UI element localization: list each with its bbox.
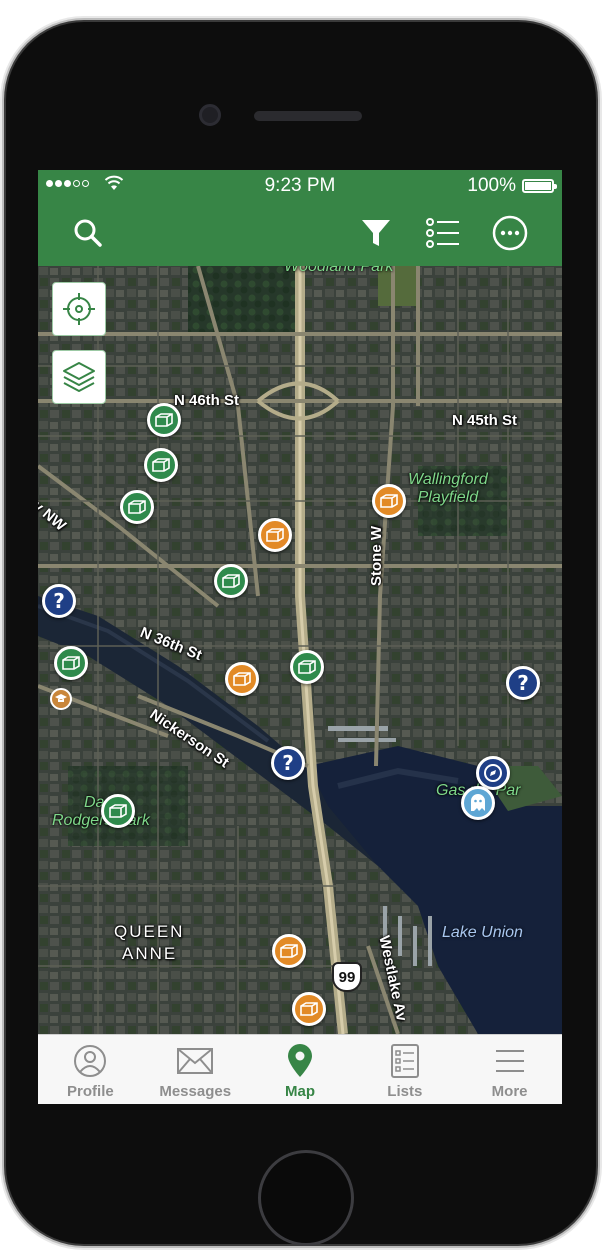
more-options-icon: [492, 215, 528, 251]
tab-map[interactable]: Map: [248, 1035, 353, 1104]
map-marker-green[interactable]: [101, 794, 135, 828]
tab-label: Map: [284, 1083, 315, 1100]
box-icon: [109, 804, 127, 818]
ghost-icon: [471, 794, 485, 811]
map-marker-orange[interactable]: [292, 992, 326, 1026]
map-marker-orange[interactable]: [372, 484, 406, 518]
box-icon: [155, 413, 173, 427]
street-label-stone: Stone W: [368, 526, 385, 586]
filter-button[interactable]: [356, 213, 396, 253]
box-icon: [300, 1002, 318, 1016]
district-label-anne: ANNE: [122, 944, 178, 963]
box-icon: [152, 458, 170, 472]
tab-more[interactable]: More: [457, 1035, 562, 1104]
map-marker-orange[interactable]: [272, 934, 306, 968]
map-marker-green[interactable]: [214, 564, 248, 598]
map-toolbar: [38, 200, 562, 266]
box-icon: [280, 944, 298, 958]
route-99-shield: 99: [332, 962, 362, 992]
search-icon: [74, 219, 102, 247]
tab-messages[interactable]: Messages: [143, 1035, 248, 1104]
map-marker-unknown[interactable]: ?: [42, 584, 76, 618]
profile-icon: [74, 1045, 107, 1077]
status-bar: 9:23 PM 100%: [38, 170, 562, 200]
graduation-cap-icon: [55, 694, 67, 702]
envelope-icon: [177, 1048, 214, 1074]
more-options-button[interactable]: [490, 213, 530, 253]
layers-icon: [63, 362, 95, 392]
battery-icon: [522, 179, 557, 193]
street-label-n45: N 45th St: [452, 412, 518, 429]
search-button[interactable]: [68, 213, 108, 253]
box-icon: [266, 528, 284, 542]
box-icon: [222, 574, 240, 588]
district-label-queen: QUEEN: [114, 922, 185, 941]
tab-label: Messages: [159, 1083, 232, 1100]
tab-label: Profile: [67, 1083, 114, 1100]
street-label-n46: N 46th St: [174, 392, 240, 409]
list-view-button[interactable]: [423, 213, 463, 253]
app-screen: 9:23 PM 100% N 46th St N 45th St N 36th …: [38, 170, 562, 1104]
filter-icon: [362, 220, 390, 246]
tab-bar: Profile Messages Map Lists More: [38, 1034, 562, 1104]
tab-label: Lists: [387, 1083, 423, 1100]
map-marker-green[interactable]: [54, 646, 88, 680]
satellite-map[interactable]: N 46th St N 45th St N 36th St Nickerson …: [38, 266, 562, 1034]
box-icon: [380, 494, 398, 508]
map-marker-ghost[interactable]: [461, 786, 495, 820]
tab-profile[interactable]: Profile: [38, 1035, 143, 1104]
park-label-wallingford: Wallingford Playfield: [408, 471, 488, 506]
water-label-lake-union: Lake Union: [442, 924, 523, 941]
earpiece-speaker: [254, 111, 362, 121]
battery-percentage: 100%: [467, 175, 516, 196]
tab-lists[interactable]: Lists: [352, 1035, 457, 1104]
school-marker[interactable]: [50, 688, 72, 710]
map-marker-green[interactable]: [147, 403, 181, 437]
box-icon: [233, 672, 251, 686]
home-button[interactable]: [258, 1150, 354, 1246]
map-terrain: [38, 266, 562, 1034]
map-marker-puzzle[interactable]: [476, 756, 510, 790]
map-marker-green[interactable]: [290, 650, 324, 684]
park-label-woodland: Woodland Park: [284, 266, 394, 275]
hamburger-icon: [495, 1050, 524, 1072]
map-layers-button[interactable]: [52, 350, 106, 404]
map-marker-unknown[interactable]: ?: [506, 666, 540, 700]
map-marker-unknown[interactable]: ?: [271, 746, 305, 780]
box-icon: [298, 660, 316, 674]
map-marker-green[interactable]: [144, 448, 178, 482]
list-icon: [426, 218, 459, 248]
map-pin-icon: [287, 1044, 312, 1077]
front-camera: [199, 104, 221, 126]
map-marker-green[interactable]: [120, 490, 154, 524]
checklist-icon: [390, 1044, 419, 1078]
map-marker-orange[interactable]: [258, 518, 292, 552]
locate-icon: [63, 293, 95, 325]
tab-label: More: [491, 1083, 528, 1100]
map-marker-orange[interactable]: [225, 662, 259, 696]
box-icon: [128, 500, 146, 514]
locate-me-button[interactable]: [52, 282, 106, 336]
compass-icon: [484, 764, 502, 782]
box-icon: [62, 656, 80, 670]
